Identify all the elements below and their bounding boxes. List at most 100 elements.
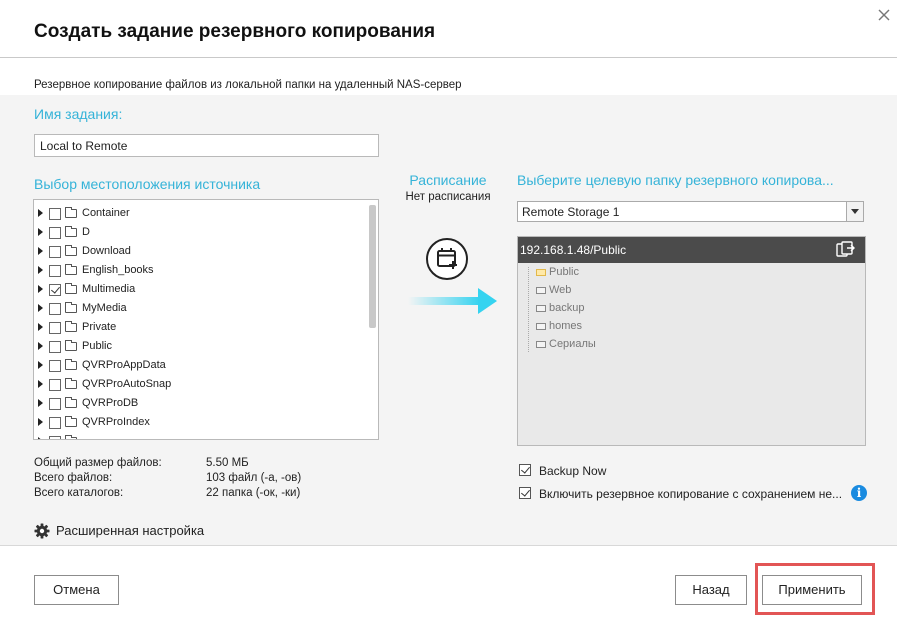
schedule-button[interactable]: [426, 238, 468, 280]
expand-arrow-icon[interactable]: [38, 323, 43, 331]
dest-folder-label: Web: [549, 284, 572, 296]
tree-item-qvrproautosnap[interactable]: QVRProAutoSnap: [38, 376, 368, 395]
tree-checkbox[interactable]: [49, 341, 61, 353]
destination-folder-tree[interactable]: 192.168.1.48/Public Public Web backup ho…: [517, 236, 866, 446]
expand-arrow-icon[interactable]: [38, 342, 43, 350]
dest-folder-label: Public: [549, 266, 579, 278]
folder-icon: [65, 226, 77, 237]
expand-arrow-icon[interactable]: [38, 418, 43, 426]
expand-arrow-icon[interactable]: [38, 304, 43, 312]
dest-folder-label: Сериалы: [549, 338, 596, 350]
tree-checkbox[interactable]: [49, 417, 61, 429]
versioning-checkbox[interactable]: [519, 487, 531, 499]
tree-item-label: QVRProAutoSnap: [82, 378, 172, 390]
total-size-label: Общий размер файлов:: [34, 457, 162, 469]
folder-icon: [536, 323, 546, 330]
tree-item-label: QVRProDB: [82, 397, 139, 409]
tree-connector: [528, 267, 529, 352]
tree-item-qvrproindex[interactable]: QVRProIndex: [38, 414, 368, 433]
folder-icon: [65, 245, 77, 256]
expand-arrow-icon[interactable]: [38, 209, 43, 217]
folder-icon: [65, 321, 77, 332]
tree-checkbox[interactable]: [49, 360, 61, 372]
tree-item-container[interactable]: Container: [38, 205, 368, 224]
expand-arrow-icon[interactable]: [38, 437, 43, 439]
dialog-title: Создать задание резервного копирования: [34, 21, 436, 42]
total-files-value: 103 файл (-а, -ов): [206, 472, 302, 484]
tree-item-download[interactable]: Download: [38, 243, 368, 262]
folder-icon: [65, 207, 77, 218]
folder-icon: [536, 287, 546, 294]
apply-highlight-frame: [755, 563, 875, 615]
folder-icon: [65, 340, 77, 351]
source-label: Выбор местоположения источника: [34, 176, 261, 192]
tree-item-label: Container: [82, 207, 130, 219]
folder-icon: [536, 269, 546, 276]
folder-icon: [536, 305, 546, 312]
tree-item-private[interactable]: Private: [38, 319, 368, 338]
expand-arrow-icon[interactable]: [38, 399, 43, 407]
info-icon[interactable]: i: [851, 485, 867, 501]
tree-checkbox[interactable]: [49, 322, 61, 334]
tree-checkbox[interactable]: [49, 379, 61, 391]
dest-folder-label: homes: [549, 320, 583, 332]
destination-label: Выберите целевую папку резервного копиро…: [517, 172, 834, 188]
expand-arrow-icon[interactable]: [38, 228, 43, 236]
tree-item-mymedia[interactable]: MyMedia: [38, 300, 368, 319]
tree-item-label: QVRProAppData: [82, 359, 166, 371]
cancel-button[interactable]: Отмена: [34, 575, 119, 605]
source-folder-tree[interactable]: Container D Download English_books Multi…: [33, 199, 379, 440]
backup-now-checkbox[interactable]: [519, 464, 531, 476]
total-size-value: 5.50 МБ: [206, 457, 249, 469]
tree-checkbox[interactable]: [49, 246, 61, 258]
tree-checkbox[interactable]: [49, 265, 61, 277]
expand-arrow-icon[interactable]: [38, 285, 43, 293]
back-button[interactable]: Назад: [675, 575, 747, 605]
expand-arrow-icon[interactable]: [38, 266, 43, 274]
tree-item-d[interactable]: D: [38, 224, 368, 243]
tree-item-partial[interactable]: [38, 433, 368, 439]
tree-checkbox[interactable]: [49, 398, 61, 410]
tree-item-label: Multimedia: [82, 283, 136, 295]
versioning-label: Включить резервное копирование с сохране…: [539, 487, 843, 501]
tree-item-qvrprodb[interactable]: QVRProDB: [38, 395, 368, 414]
expand-arrow-icon[interactable]: [38, 247, 43, 255]
remote-storage-value: Remote Storage 1: [522, 205, 620, 219]
tree-item-label: Private: [82, 321, 117, 333]
expand-arrow-icon[interactable]: [38, 380, 43, 388]
folder-icon: [65, 302, 77, 313]
folder-icon: [65, 283, 77, 294]
tree-item-public[interactable]: Public: [38, 338, 368, 357]
new-folder-icon[interactable]: [836, 241, 856, 259]
schedule-status: Нет расписания: [405, 191, 491, 203]
tree-item-label: Download: [82, 245, 131, 257]
remote-storage-select[interactable]: Remote Storage 1: [517, 201, 864, 222]
chevron-down-icon[interactable]: [846, 202, 863, 221]
backup-now-label: Backup Now: [539, 464, 607, 478]
folder-icon: [65, 397, 77, 408]
advanced-settings-link[interactable]: Расширенная настройка: [56, 523, 204, 538]
tree-item-label: QVRProIndex: [82, 416, 150, 428]
tree-item-label: Public: [82, 340, 112, 352]
close-icon[interactable]: [873, 4, 895, 26]
tree-checkbox[interactable]: [49, 436, 61, 439]
folder-icon: [65, 378, 77, 389]
tree-item-qvrproappdata[interactable]: QVRProAppData: [38, 357, 368, 376]
tree-item-english-books[interactable]: English_books: [38, 262, 368, 281]
dialog-header: Создать задание резервного копирования: [0, 0, 897, 58]
calendar-add-icon: [437, 248, 457, 269]
direction-arrow-icon: [408, 288, 497, 314]
tree-item-multimedia[interactable]: Multimedia: [38, 281, 368, 300]
source-tree-scrollbar[interactable]: [369, 205, 376, 328]
total-dirs-label: Всего каталогов:: [34, 487, 124, 499]
tree-checkbox-checked[interactable]: [49, 284, 61, 296]
tree-checkbox[interactable]: [49, 208, 61, 220]
schedule-title: Расписание: [409, 172, 487, 188]
task-name-input[interactable]: Local to Remote: [34, 134, 379, 157]
tree-item-label: MyMedia: [82, 302, 127, 314]
tree-checkbox[interactable]: [49, 303, 61, 315]
folder-icon: [536, 341, 546, 348]
tree-checkbox[interactable]: [49, 227, 61, 239]
gear-icon[interactable]: [34, 523, 50, 539]
expand-arrow-icon[interactable]: [38, 361, 43, 369]
